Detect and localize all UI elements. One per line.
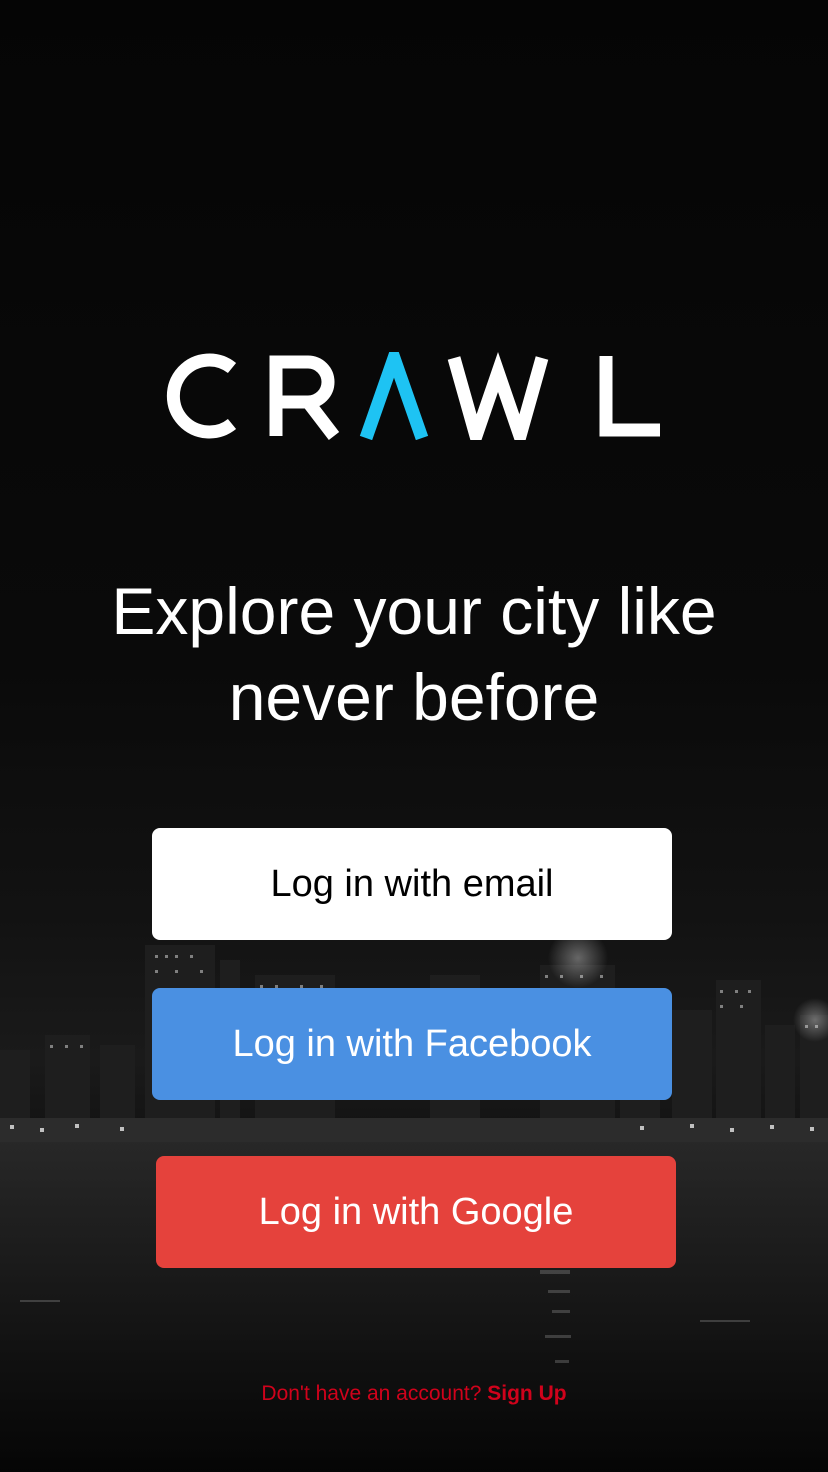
login-screen: Explore your city like never before Log … xyxy=(0,0,828,1472)
tagline-line-1: Explore your city like xyxy=(111,574,717,648)
signup-prompt-text: Don't have an account? xyxy=(261,1382,482,1405)
login-google-label: Log in with Google xyxy=(258,1190,574,1233)
login-email-button[interactable]: Log in with email xyxy=(152,828,672,940)
login-facebook-label: Log in with Facebook xyxy=(232,1022,592,1065)
signup-link[interactable]: Sign Up xyxy=(487,1382,566,1405)
login-facebook-button[interactable]: Log in with Facebook xyxy=(152,988,672,1100)
crawl-logo xyxy=(166,352,660,440)
tagline-line-2: never before xyxy=(228,660,600,734)
signup-prompt-row: Don't have an account? Sign Up xyxy=(0,1382,828,1406)
login-google-button[interactable]: Log in with Google xyxy=(156,1156,676,1268)
login-email-label: Log in with email xyxy=(270,862,554,905)
tagline: Explore your city like never before xyxy=(40,568,788,740)
